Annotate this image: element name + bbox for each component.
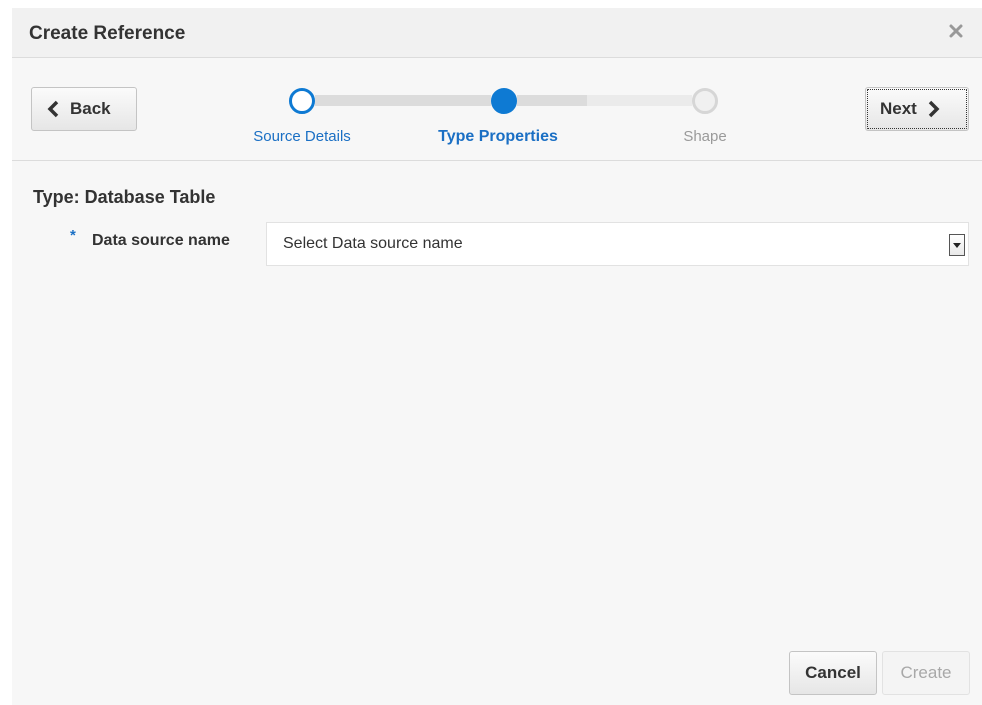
data-source-name-value: Select Data source name — [283, 235, 463, 252]
train-stop-shape — [692, 88, 718, 114]
train-connector-2a — [517, 95, 587, 106]
back-button-label: Back — [70, 99, 111, 118]
chevron-right-icon — [927, 100, 941, 118]
dialog-title: Create Reference — [29, 23, 186, 44]
create-button: Create — [882, 651, 970, 695]
close-icon[interactable] — [946, 21, 966, 41]
create-reference-dialog: Create Reference Back Source Details Typ… — [12, 8, 982, 705]
back-button[interactable]: Back — [31, 87, 137, 131]
required-marker: * — [70, 227, 76, 244]
cancel-button[interactable]: Cancel — [789, 651, 877, 695]
next-button[interactable]: Next — [865, 87, 969, 131]
section-title: Type: Database Table — [33, 187, 216, 207]
train-stop-type-properties[interactable] — [491, 88, 517, 114]
train-connector-2b — [587, 95, 692, 106]
dialog-header: Create Reference — [12, 8, 982, 58]
data-source-name-label: Data source name — [92, 232, 230, 249]
train-connector-1 — [315, 95, 491, 106]
train-stop-source-details[interactable] — [289, 88, 315, 114]
chevron-left-icon — [46, 100, 60, 118]
data-source-name-select[interactable]: Select Data source name — [266, 222, 969, 266]
train-label-shape: Shape — [683, 128, 727, 145]
next-button-label: Next — [880, 99, 917, 118]
train-label-source-details[interactable]: Source Details — [253, 128, 351, 145]
dropdown-arrow-icon[interactable] — [949, 234, 965, 256]
wizard-train: Back Source Details Type Properties Shap… — [12, 58, 982, 161]
train-label-type-properties[interactable]: Type Properties — [438, 128, 558, 146]
